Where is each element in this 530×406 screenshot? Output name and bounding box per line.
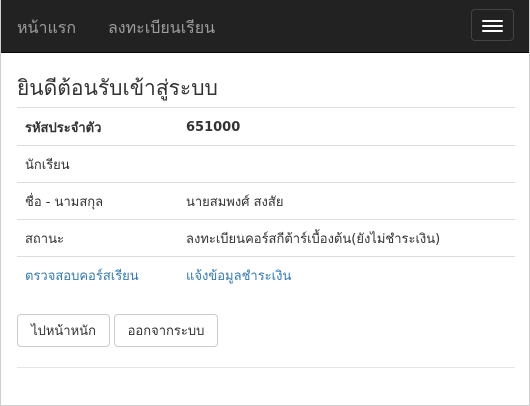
student-value	[178, 145, 515, 183]
top-navbar: หน้าแรก ลงทะเบียนเรียน	[1, 0, 529, 53]
table-row-student-id: รหัสประจำตัว 651000	[17, 109, 515, 146]
status-value: ลงทะเบียนคอร์สกีต้าร์เบื้องต้น(ยังไม่ชำร…	[178, 219, 515, 257]
go-home-button[interactable]: ไปหน้าหนัก	[17, 314, 110, 347]
app-window: หน้าแรก ลงทะเบียนเรียน ยินดีต้อนรับเข้าส…	[0, 0, 530, 406]
table-row-links: ตรวจสอบคอร์สเรียน แจ้งข้อมูลชำระเงิน	[17, 257, 515, 294]
student-id-value: 651000	[178, 109, 515, 146]
navbar-toggle-button[interactable]	[471, 9, 514, 41]
student-id-label: รหัสประจำตัว	[17, 109, 178, 146]
full-name-label: ชื่อ - นามสกุล	[17, 182, 178, 220]
payment-notice-cell: แจ้งข้อมูลชำระเงิน	[178, 257, 515, 294]
student-info-table: รหัสประจำตัว 651000 นักเรียน ชื่อ - นามส…	[17, 109, 515, 293]
logout-button[interactable]: ออกจากระบบ	[114, 314, 218, 347]
nav-link-home[interactable]: หน้าแรก	[17, 16, 76, 41]
full-name-value: นายสมพงศ์ สงสัย	[178, 182, 515, 220]
hamburger-bar-top	[482, 20, 503, 22]
table-row-student: นักเรียน	[17, 145, 515, 183]
table-row-name: ชื่อ - นามสกุล นายสมพงศ์ สงสัย	[17, 182, 515, 220]
nav-link-register[interactable]: ลงทะเบียนเรียน	[108, 16, 215, 41]
table-row-status: สถานะ ลงทะเบียนคอร์สกีต้าร์เบื้องต้น(ยัง…	[17, 219, 515, 257]
title-divider	[17, 107, 515, 108]
check-courses-cell: ตรวจสอบคอร์สเรียน	[17, 257, 178, 294]
page-title: ยินดีต้อนรับเข้าสู่ระบบ	[17, 76, 218, 100]
check-courses-link[interactable]: ตรวจสอบคอร์สเรียน	[25, 269, 139, 284]
payment-notice-link[interactable]: แจ้งข้อมูลชำระเงิน	[186, 269, 291, 284]
bottom-divider	[17, 367, 515, 368]
status-label: สถานะ	[17, 219, 178, 257]
hamburger-bar-middle	[482, 25, 503, 27]
student-label: นักเรียน	[17, 145, 178, 183]
hamburger-bar-bottom	[482, 30, 503, 32]
